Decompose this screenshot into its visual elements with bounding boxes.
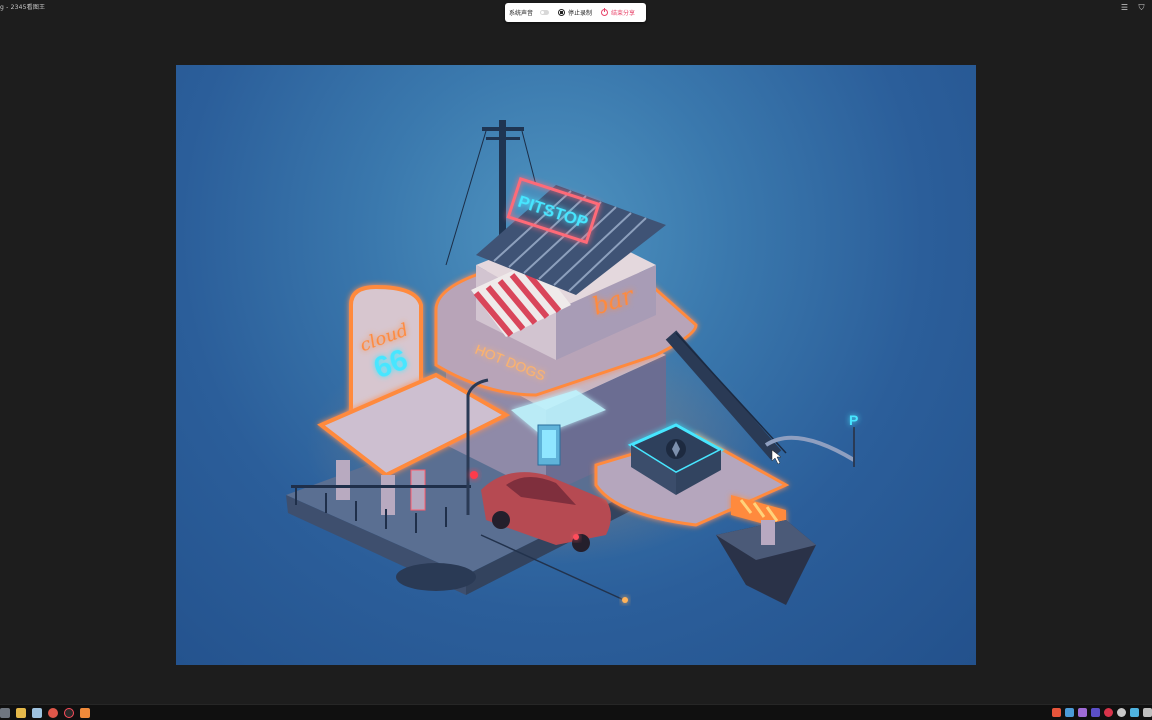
recording-toolbar: 系统声音 停止录制 结束分享 [505,3,646,22]
recorder-icon[interactable] [64,708,74,718]
power-icon [601,8,609,16]
parking-text: P [849,412,858,428]
grid-icon[interactable] [1065,708,1074,717]
end-share-button[interactable]: 结束分享 [601,3,635,22]
red-circle-icon[interactable] [1104,708,1113,717]
stop-label: 停止录制 [568,10,593,17]
image-viewer[interactable]: PITSTOP bar HOT DOGS cloud 66 P [176,65,976,665]
taskbar-apps [0,708,90,718]
stop-recording-button[interactable]: 停止录制 [558,3,592,22]
app-icon[interactable] [80,708,90,718]
menu-icon[interactable]: ☰ [1120,3,1129,12]
shield-icon[interactable]: ⛉ [1137,3,1146,12]
a-icon[interactable] [1091,708,1100,717]
window-controls: ☰ ⛉ [1120,3,1146,12]
folder-icon[interactable] [16,708,26,718]
files-icon[interactable] [32,708,42,718]
system-sound-label: 系统声音 [509,10,534,17]
stop-icon [558,9,566,16]
taskbar [0,704,1152,720]
glow-bulb [622,597,628,603]
start-icon[interactable] [0,708,10,718]
monitor-icon[interactable] [1130,708,1139,717]
s-icon[interactable] [1052,708,1061,717]
system-tray [1052,708,1152,717]
network-icon[interactable] [1143,708,1152,717]
isometric-pitstop-artwork: PITSTOP bar HOT DOGS cloud 66 P [286,120,858,605]
end-share-label: 结束分享 [611,10,636,17]
chrome-icon[interactable] [48,708,58,718]
toggle-switch[interactable] [540,10,550,15]
system-sound-toggle[interactable]: 系统声音 [509,3,550,22]
floating-rock [716,520,816,605]
check-icon[interactable] [1078,708,1087,717]
circle-icon[interactable] [1117,708,1126,717]
window-title: g - 2345看图王 [0,4,46,11]
